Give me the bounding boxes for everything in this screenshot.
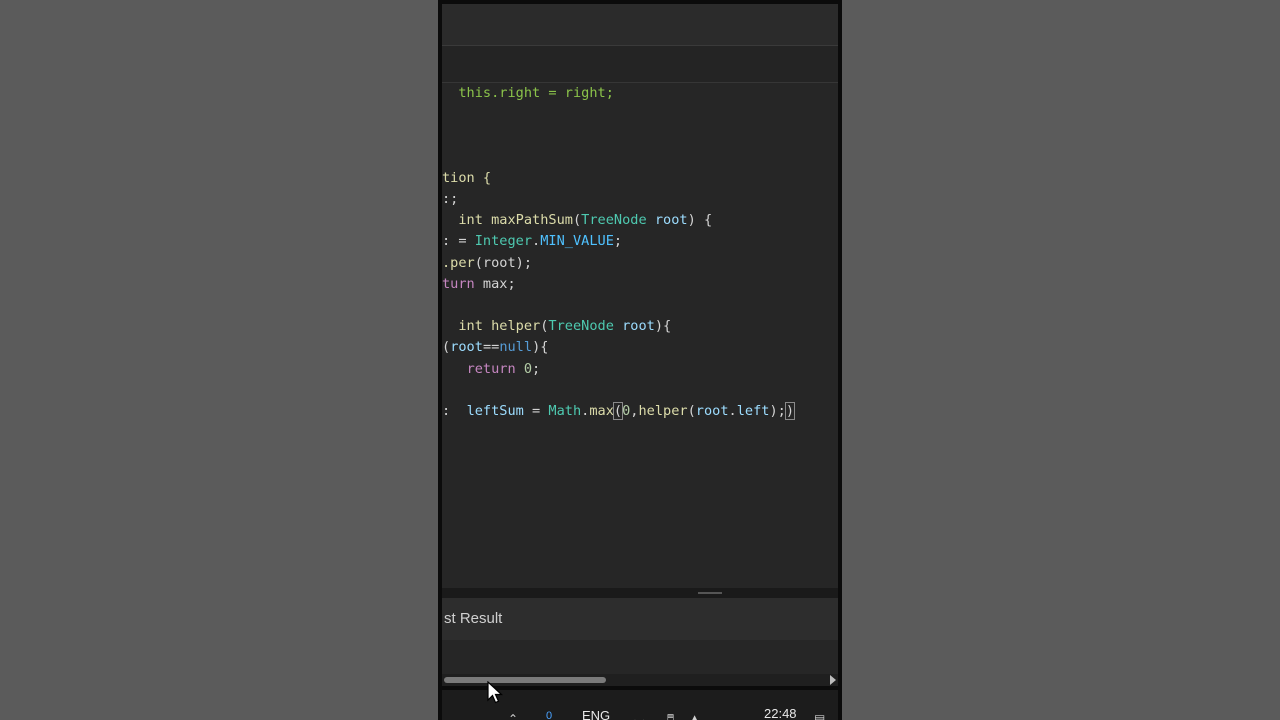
code-token: leftSum: [466, 403, 524, 419]
code-token: :: [442, 403, 467, 419]
matched-bracket: ): [784, 402, 796, 420]
code-line[interactable]: :;: [442, 189, 458, 210]
code-line[interactable]: int helper(TreeNode root){: [442, 316, 671, 337]
code-token: max;: [474, 275, 516, 292]
code-token: TreeNode: [581, 212, 647, 229]
notification-badge: 0: [546, 710, 553, 720]
code-token: helper: [638, 403, 688, 419]
code-token: ;: [613, 233, 623, 250]
code-line[interactable]: (root==null){: [442, 337, 548, 358]
clock-time[interactable]: 22:48: [764, 706, 797, 720]
code-token: maxPathSum: [491, 212, 573, 229]
code-token: Math: [548, 403, 582, 419]
splitter-handle[interactable]: [698, 592, 722, 594]
code-token: :;: [442, 191, 459, 207]
code-token: this.right = right;: [458, 85, 614, 101]
code-token: ;: [532, 360, 541, 377]
code-token: int: [458, 318, 483, 335]
notifications-icon[interactable]: ▤: [814, 712, 825, 720]
code-token: tion {: [442, 169, 492, 186]
editor-tab-bar: [442, 46, 838, 83]
code-token: (: [687, 403, 696, 419]
chevron-up-icon[interactable]: ⌃: [508, 712, 518, 720]
code-line[interactable]: turn max;: [442, 274, 516, 295]
code-line[interactable]: tion {: [442, 168, 491, 189]
code-token: helper: [491, 318, 541, 335]
wifi-icon[interactable]: ◡: [634, 712, 644, 720]
code-token: ==: [482, 339, 500, 356]
code-token: ) {: [687, 212, 713, 229]
code-token: TreeNode: [548, 318, 614, 335]
code-token: (root);: [474, 254, 533, 271]
language-indicator[interactable]: ENG: [582, 708, 610, 720]
code-token: .: [532, 233, 541, 250]
code-line[interactable]: this.right = right;: [442, 83, 614, 104]
top-toolbar: [442, 4, 838, 46]
code-token: ){: [654, 318, 672, 335]
code-token: null: [499, 339, 533, 356]
code-line[interactable]: return 0;: [442, 359, 541, 380]
code-token: ){: [532, 339, 549, 356]
left-letterbox: [0, 0, 438, 720]
battery-icon[interactable]: ▲: [690, 712, 699, 720]
matched-bracket: (: [612, 402, 624, 420]
code-token: .: [728, 403, 737, 419]
test-result-tab[interactable]: st Result: [444, 610, 502, 627]
code-token: root: [695, 403, 729, 419]
code-token: (: [442, 339, 451, 356]
code-token: turn: [442, 275, 475, 292]
screen-recording-frame: this.right = right; tion {:; int maxPathS…: [438, 0, 842, 720]
code-token: root: [654, 212, 688, 229]
code-line[interactable]: .per(root);: [442, 253, 532, 274]
code-editor[interactable]: this.right = right; tion {:; int maxPathS…: [442, 83, 838, 588]
scroll-right-arrow-icon[interactable]: [830, 675, 836, 685]
code-token: (: [572, 212, 582, 229]
test-result-panel-header: st Result: [442, 598, 838, 640]
code-token: =: [523, 403, 549, 419]
volume-icon[interactable]: ♬: [664, 712, 675, 720]
right-letterbox: [842, 0, 1280, 720]
code-token: root: [622, 318, 655, 335]
code-line[interactable]: : = Integer.MIN_VALUE;: [442, 231, 622, 252]
code-token: left: [736, 403, 770, 419]
code-token: root: [450, 339, 483, 356]
code-token: MIN_VALUE: [540, 233, 614, 250]
code-token: .per: [442, 254, 475, 271]
test-result-panel-body: [442, 640, 838, 674]
panel-splitter[interactable]: [442, 588, 838, 598]
code-token: : =: [442, 233, 475, 250]
horizontal-scrollbar-thumb[interactable]: [444, 677, 606, 683]
code-line[interactable]: int maxPathSum(TreeNode root) {: [442, 210, 712, 231]
code-token: int: [458, 212, 483, 229]
code-token: return: [466, 360, 516, 377]
code-token: );: [769, 403, 786, 419]
mouse-pointer-icon: [487, 681, 504, 704]
code-token: 0: [523, 360, 533, 377]
code-token: Integer: [474, 233, 533, 250]
code-token: max: [589, 403, 614, 419]
code-line[interactable]: : leftSum = Math.max(0,helper(root.left)…: [442, 401, 796, 422]
